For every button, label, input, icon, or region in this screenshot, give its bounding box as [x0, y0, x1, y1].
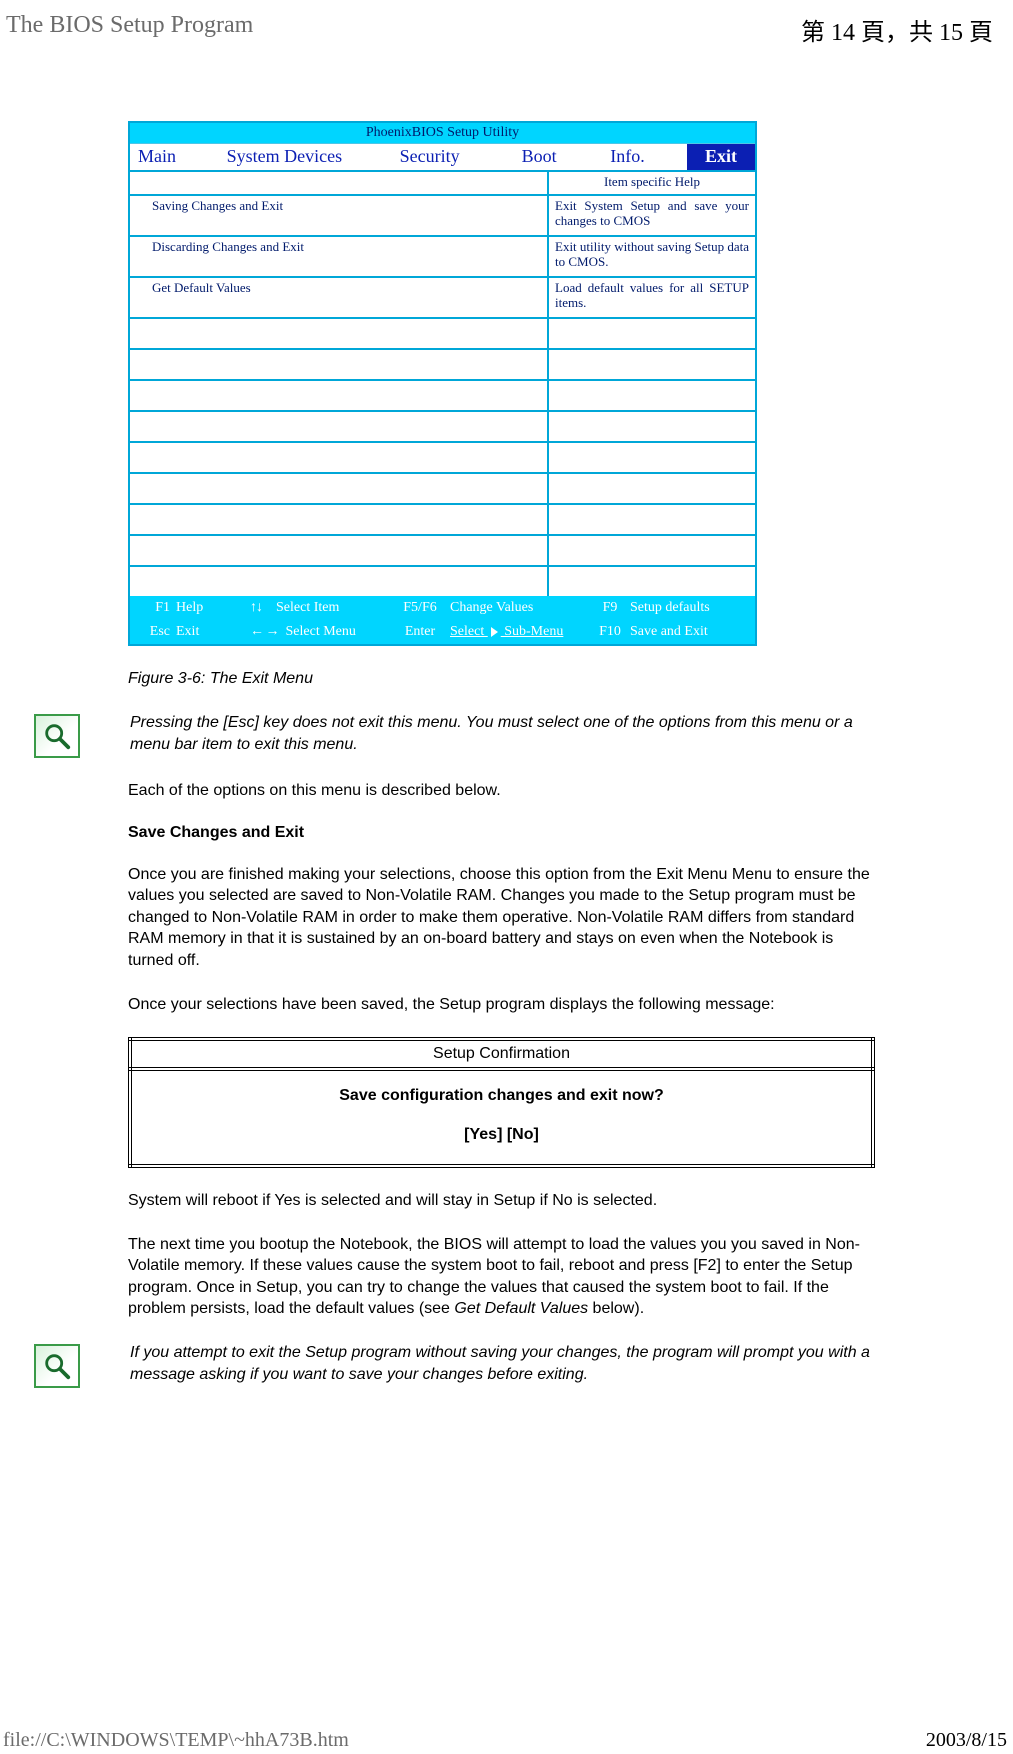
footer-date: 2003/8/15: [926, 1729, 1007, 1752]
key-label: Select Menu: [286, 624, 356, 639]
emphasis: Get Default Values: [454, 1300, 588, 1317]
empty-row: [549, 319, 755, 350]
help-text: Exit utility without saving Setup data t…: [549, 237, 755, 278]
key-label: Setup defaults: [630, 600, 755, 616]
empty-row: [130, 443, 547, 474]
empty-row: [130, 381, 547, 412]
empty-row: [130, 412, 547, 443]
body-text: Once you are finished making your select…: [128, 864, 875, 972]
tab-main[interactable]: Main: [130, 144, 219, 170]
key-label: Change Values: [450, 600, 590, 616]
empty-row: [549, 536, 755, 567]
bios-footer: F1Help ↑↓ Select Item F5/F6 Change Value…: [130, 596, 755, 644]
dialog-title: Setup Confirmation: [130, 1039, 873, 1069]
tab-info[interactable]: Info.: [602, 144, 687, 170]
note-text: Pressing the [Esc] key does not exit thi…: [130, 712, 875, 755]
empty-row: [549, 443, 755, 474]
tab-exit[interactable]: Exit: [687, 144, 755, 170]
bios-menubar: Main System Devices Security Boot Info. …: [130, 144, 755, 172]
help-text: Exit System Setup and save your changes …: [549, 196, 755, 237]
body-text: Each of the options on this menu is desc…: [128, 780, 875, 802]
key-f10: F10: [590, 624, 630, 640]
heading-save-changes: Save Changes and Exit: [128, 824, 875, 842]
menu-item-get-defaults[interactable]: Get Default Values: [130, 278, 547, 319]
empty-row: [130, 474, 547, 505]
dialog-message: Save configuration changes and exit now?: [339, 1087, 664, 1104]
figure-caption: Figure 3-6: The Exit Menu: [128, 670, 875, 688]
tab-boot[interactable]: Boot: [514, 144, 603, 170]
tab-system-devices[interactable]: System Devices: [219, 144, 392, 170]
dialog-options: [Yes] [No]: [464, 1126, 539, 1143]
empty-row: [549, 412, 755, 443]
body-text: System will reboot if Yes is selected an…: [128, 1190, 875, 1212]
menu-item-discard-exit[interactable]: Discarding Changes and Exit: [130, 237, 547, 278]
key-leftright: ← →: [250, 624, 279, 639]
empty-row: [549, 474, 755, 505]
empty-row: [549, 505, 755, 536]
empty-row: [549, 381, 755, 412]
setup-confirmation-dialog: Setup Confirmation Save configuration ch…: [128, 1037, 875, 1168]
key-esc: Esc: [130, 624, 176, 640]
key-label: Select Sub-Menu: [450, 624, 590, 640]
tab-security[interactable]: Security: [392, 144, 514, 170]
key-label: Save and Exit: [630, 624, 755, 640]
key-f5f6: F5/F6: [390, 600, 450, 616]
empty-row: [130, 567, 547, 596]
page-indicator: 第 14 頁，共 15 頁: [801, 12, 993, 47]
help-text: Load default values for all SETUP items.: [549, 278, 755, 319]
menu-item-save-exit[interactable]: Saving Changes and Exit: [130, 196, 547, 237]
empty-row: [130, 536, 547, 567]
body-text: The next time you bootup the Notebook, t…: [128, 1234, 875, 1320]
key-updown: ↑↓: [250, 600, 262, 615]
triangle-right-icon: [491, 627, 498, 637]
empty-row: [549, 350, 755, 381]
key-enter: Enter: [390, 624, 450, 640]
bios-left-header: [130, 172, 547, 196]
bios-utility-title: PhoenixBIOS Setup Utility: [130, 123, 755, 144]
page-title: The BIOS Setup Program: [6, 12, 253, 47]
note-icon: [34, 1344, 80, 1388]
note-icon: [34, 714, 80, 758]
key-label: Help: [176, 600, 203, 616]
empty-row: [549, 567, 755, 596]
dialog-body: Save configuration changes and exit now?…: [130, 1069, 873, 1166]
key-f1: F1: [130, 600, 176, 616]
key-f9: F9: [590, 600, 630, 616]
help-header: Item specific Help: [549, 172, 755, 196]
empty-row: [130, 350, 547, 381]
bios-screenshot: PhoenixBIOS Setup Utility Main System De…: [128, 121, 757, 646]
key-label: Select Item: [276, 600, 339, 615]
empty-row: [130, 505, 547, 536]
body-text: Once your selections have been saved, th…: [128, 994, 875, 1016]
footer-path: file://C:\WINDOWS\TEMP\~hhA73B.htm: [3, 1729, 349, 1752]
empty-row: [130, 319, 547, 350]
key-label: Exit: [176, 624, 199, 640]
note-text: If you attempt to exit the Setup program…: [130, 1342, 875, 1385]
